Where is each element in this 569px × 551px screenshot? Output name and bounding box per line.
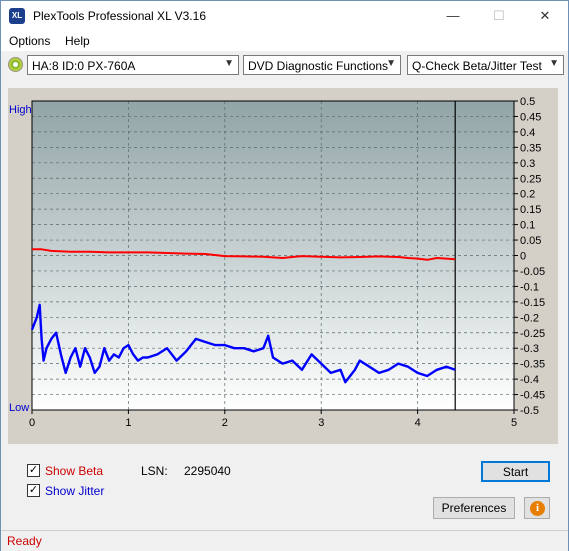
y-tick-label: -0.3 (520, 343, 539, 355)
preferences-button[interactable]: Preferences (433, 497, 515, 519)
chevron-down-icon: ▼ (549, 58, 559, 69)
minimize-button[interactable]: — (430, 1, 476, 31)
y-tick-label: 0.15 (520, 204, 541, 216)
lsn-value: 2295040 (184, 464, 231, 478)
info-button[interactable]: i (524, 497, 550, 519)
y-tick-label: -0.4 (520, 374, 539, 386)
lsn-label: LSN: (141, 464, 168, 478)
menu-bar: Options Help (1, 31, 568, 51)
y-tick-label: 0.4 (520, 127, 535, 139)
toolbar: HA:8 ID:0 PX-760A ▼ DVD Diagnostic Funct… (1, 52, 568, 79)
y-label-high: High (9, 104, 32, 116)
controls-panel: ✓ Show Beta ✓ Show Jitter LSN: 2295040 S… (8, 452, 558, 529)
app-window: XL PlexTools Professional XL V3.16 — ☐ ✕… (0, 0, 569, 551)
y-tick-label: -0.25 (520, 328, 545, 340)
y-tick-label: -0.1 (520, 281, 539, 293)
x-tick-label: 4 (415, 417, 421, 429)
y-tick-label: 0.5 (520, 96, 535, 108)
y-tick-label: 0.45 (520, 111, 541, 123)
app-logo-icon: XL (9, 8, 25, 24)
y-label-low: Low (9, 402, 29, 414)
y-tick-label: -0.5 (520, 405, 539, 417)
status-bar: Ready (1, 530, 568, 551)
y-tick-label: -0.2 (520, 312, 539, 324)
y-tick-label: -0.05 (520, 266, 545, 278)
chevron-down-icon: ▼ (224, 58, 234, 69)
show-jitter-checkbox[interactable]: ✓ (27, 484, 40, 497)
maximize-button[interactable]: ☐ (476, 1, 522, 31)
x-tick-label: 2 (222, 417, 228, 429)
function-select[interactable]: DVD Diagnostic Functions ▼ (243, 55, 401, 75)
window-title: PlexTools Professional XL V3.16 (33, 9, 206, 23)
y-tick-label: 0.1 (520, 220, 535, 232)
chart-panel: 0.5 0.45 0.4 0.35 0.3 0.25 0.2 0.15 0.1 0.05 0 -0.0… (8, 88, 558, 444)
y-tick-label: 0.3 (520, 158, 535, 170)
y-tick-label: -0.35 (520, 359, 545, 371)
x-tick-label: 1 (125, 417, 131, 429)
y-tick-label: -0.15 (520, 297, 545, 309)
y-tick-label: 0 (520, 251, 526, 263)
function-select-value: DVD Diagnostic Functions (248, 59, 389, 73)
info-icon: i (530, 501, 545, 516)
menu-options[interactable]: Options (9, 34, 50, 48)
title-bar: XL PlexTools Professional XL V3.16 — ☐ ✕ (1, 1, 568, 31)
show-jitter-label: Show Jitter (45, 484, 105, 498)
y-tick-label: 0.35 (520, 142, 541, 154)
menu-help[interactable]: Help (65, 34, 90, 48)
start-button[interactable]: Start (481, 461, 550, 482)
y-tick-label: 0.05 (520, 235, 541, 247)
show-beta-checkbox[interactable]: ✓ (27, 464, 40, 477)
x-tick-label: 5 (511, 417, 517, 429)
show-beta-label: Show Beta (45, 464, 104, 478)
status-text: Ready (7, 534, 42, 548)
test-select[interactable]: Q-Check Beta/Jitter Test ▼ (407, 55, 564, 75)
y-tick-label: 0.2 (520, 189, 535, 201)
beta-jitter-chart: 0.5 0.45 0.4 0.35 0.3 0.25 0.2 0.15 0.1 0.05 0 -0.0… (9, 96, 545, 429)
y-tick-label: 0.25 (520, 173, 541, 185)
close-button[interactable]: ✕ (522, 1, 568, 31)
test-select-value: Q-Check Beta/Jitter Test (412, 59, 542, 73)
drive-select-value: HA:8 ID:0 PX-760A (32, 59, 136, 73)
x-tick-label: 3 (318, 417, 324, 429)
drive-select[interactable]: HA:8 ID:0 PX-760A ▼ (27, 55, 239, 75)
disc-icon (8, 57, 23, 72)
chevron-down-icon: ▼ (386, 58, 396, 69)
y-tick-label: -0.45 (520, 390, 545, 402)
x-tick-label: 0 (29, 417, 35, 429)
